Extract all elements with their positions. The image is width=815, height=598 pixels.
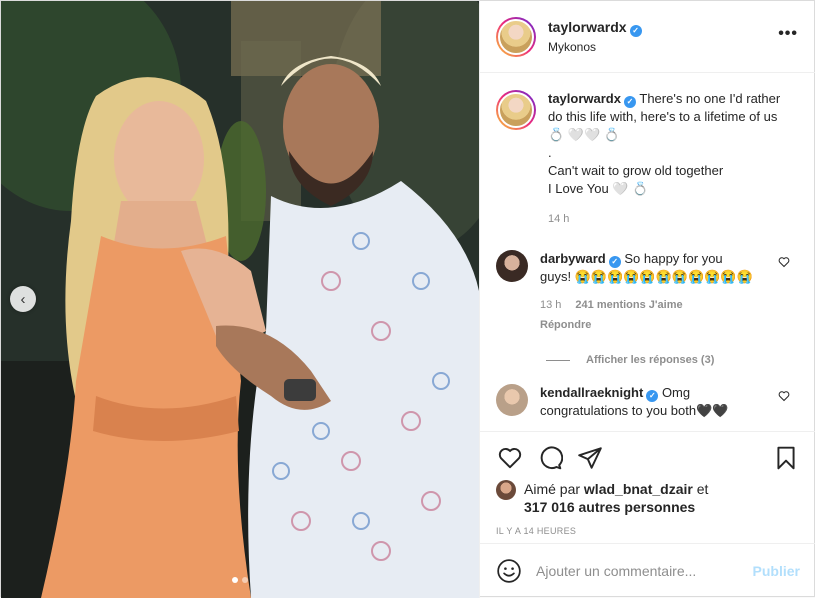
bookmark-icon: [777, 446, 795, 470]
comment-item: kendallraeknight ✓ Omg congratulations to…: [496, 384, 800, 420]
heart-icon: [498, 447, 522, 469]
smiley-icon: [497, 559, 521, 583]
liker-avatar[interactable]: [496, 480, 516, 500]
comment-like-button[interactable]: [778, 256, 790, 271]
liker-username-link[interactable]: wlad_bnat_dzair: [584, 481, 693, 497]
comment-bubble-icon: [540, 446, 563, 470]
comment-like-button[interactable]: [778, 390, 790, 405]
verified-badge-icon: ✓: [646, 390, 659, 402]
caption-text: I Love You 🤍 💍: [548, 181, 649, 196]
caption-text: .: [548, 145, 552, 160]
view-replies-label: Afficher les réponses (3): [586, 354, 715, 366]
heart-outline-icon: [778, 391, 790, 402]
share-button[interactable]: [576, 444, 604, 472]
carousel-dot[interactable]: [242, 577, 248, 583]
post-header: taylorwardx ✓ Mykonos •••: [480, 1, 815, 73]
author-avatar[interactable]: [496, 16, 536, 57]
comment-time[interactable]: 13 h: [540, 296, 561, 314]
emoji-button[interactable]: [496, 558, 522, 584]
save-button[interactable]: [772, 444, 800, 472]
comment-item: darbyward ✓ So happy for you guys! 😭😭😭😭😭😭…: [496, 250, 800, 334]
post-caption: taylorwardx ✓ There's no one I'd rather d…: [496, 90, 800, 228]
carousel-dot[interactable]: [232, 577, 238, 583]
caption-text: Can't wait to grow old together: [548, 163, 724, 178]
view-replies-button[interactable]: Afficher les réponses (3): [546, 354, 800, 366]
commenter-avatar[interactable]: [496, 250, 528, 282]
liked-by-others-link[interactable]: 317 016 autres personnes: [524, 499, 695, 515]
author-username-link[interactable]: taylorwardx: [548, 19, 627, 35]
comment-likes-link[interactable]: 241 mentions J'aime: [575, 296, 682, 314]
verified-badge-icon: ✓: [629, 25, 642, 37]
reply-button[interactable]: Répondre: [540, 316, 755, 334]
location-link[interactable]: Mykonos: [548, 40, 642, 54]
like-button[interactable]: [496, 444, 524, 472]
commenter-username-link[interactable]: darbyward: [540, 251, 606, 266]
replies-divider: [546, 359, 570, 361]
caption-username-link[interactable]: taylorwardx: [548, 91, 621, 106]
photo-illustration: [1, 1, 479, 598]
liked-by-section: Aimé par wlad_bnat_dzair et 317 016 autr…: [496, 480, 800, 516]
verified-badge-icon: ✓: [608, 256, 621, 268]
commenter-username-link[interactable]: kendallraeknight: [540, 385, 643, 400]
liked-by-connector: et: [696, 481, 709, 497]
action-bar: [496, 434, 800, 482]
instagram-post: ‹ taylorwardx ✓ Mykonos ••• taylorwardx …: [0, 0, 815, 598]
post-photo[interactable]: ‹: [1, 1, 479, 598]
caption-avatar[interactable]: [496, 90, 536, 130]
commenter-avatar[interactable]: [496, 384, 528, 416]
post-side-panel: taylorwardx ✓ Mykonos ••• taylorwardx ✓ Th…: [479, 1, 815, 598]
comment-button[interactable]: [536, 444, 564, 472]
post-timestamp[interactable]: IL Y A 14 HEURES: [496, 526, 800, 536]
carousel-dots: [232, 577, 248, 583]
comments-list[interactable]: taylorwardx ✓ There's no one I'd rather d…: [480, 74, 815, 430]
comment-input[interactable]: [536, 563, 745, 579]
more-options-button[interactable]: •••: [778, 25, 798, 43]
chevron-left-icon: ‹: [20, 290, 26, 308]
carousel-prev-button[interactable]: ‹: [10, 286, 36, 312]
liked-by-prefix: Aimé par: [524, 481, 581, 497]
add-comment-bar: Publier: [480, 543, 815, 598]
more-options-icon: •••: [778, 25, 798, 42]
paper-plane-icon: [578, 447, 602, 469]
post-actions-area: Aimé par wlad_bnat_dzair et 317 016 autr…: [480, 431, 815, 543]
caption-time[interactable]: 14 h: [548, 210, 793, 228]
verified-badge-icon: ✓: [623, 96, 636, 108]
publish-comment-button[interactable]: Publier: [753, 563, 800, 579]
heart-outline-icon: [778, 257, 790, 268]
